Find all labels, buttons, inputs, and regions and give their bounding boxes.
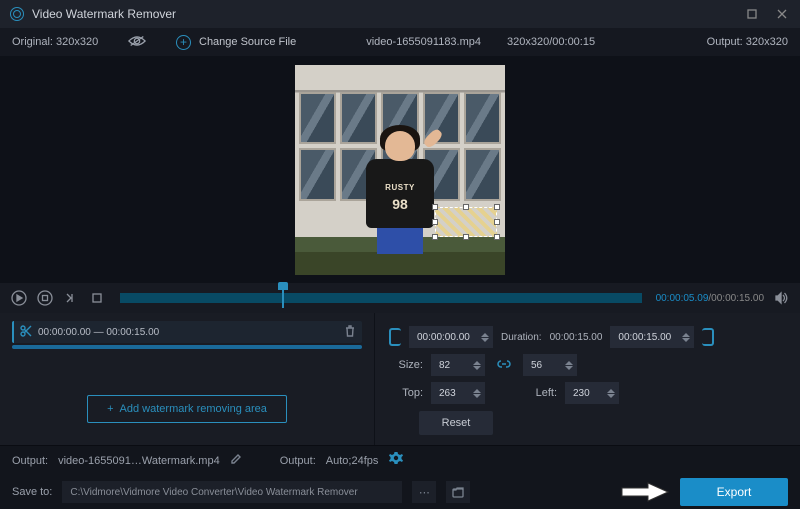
video-frame: RUSTY 98 <box>295 65 505 275</box>
size-height-input[interactable]: 56 <box>523 354 577 376</box>
minimize-button[interactable] <box>744 6 760 22</box>
app-title: Video Watermark Remover <box>32 7 744 21</box>
visibility-toggle-icon[interactable] <box>128 34 146 51</box>
duration-label: Duration: <box>501 332 542 343</box>
open-folder-button[interactable] <box>446 481 470 503</box>
scissor-icon <box>20 325 32 340</box>
output-bar: Output: video-1655091…Watermark.mp4 Outp… <box>0 445 800 475</box>
output-dims-label: Output: 320x320 <box>707 36 788 48</box>
params-panel: 00:00:00.00 Duration:00:00:15.00 00:00:1… <box>375 313 800 445</box>
output-settings-value: Auto;24fps <box>326 455 379 467</box>
playhead[interactable] <box>282 288 284 308</box>
top-input[interactable]: 263 <box>431 382 485 404</box>
start-time-input[interactable]: 00:00:00.00 <box>409 326 493 348</box>
output-settings-label: Output: <box>280 455 316 467</box>
timecode: 00:00:05.09/00:00:15.00 <box>656 293 764 304</box>
end-time-input[interactable]: 00:00:15.00 <box>610 326 694 348</box>
left-label: Left: <box>523 387 557 399</box>
close-button[interactable] <box>774 6 790 22</box>
app-logo-icon <box>10 7 24 21</box>
lower-panels: 00:00:00.00 — 00:00:15.00 +Add watermark… <box>0 313 800 445</box>
top-label: Top: <box>389 387 423 399</box>
save-bar: Save to: C:\Vidmore\Vidmore Video Conver… <box>0 475 800 509</box>
segment-row[interactable]: 00:00:00.00 — 00:00:15.00 <box>12 321 362 343</box>
left-input[interactable]: 230 <box>565 382 619 404</box>
size-label: Size: <box>389 359 423 371</box>
set-in-bracket-button[interactable] <box>389 328 401 346</box>
original-label: Original: 320x320 <box>12 36 122 48</box>
timeline-bar: 00:00:05.09/00:00:15.00 <box>0 283 800 313</box>
plus-circle-icon: + <box>176 35 191 50</box>
segment-range: 00:00:00.00 — 00:00:15.00 <box>38 327 159 338</box>
change-source-button[interactable]: + Change Source File <box>176 35 296 50</box>
delete-segment-icon[interactable] <box>344 325 356 340</box>
segments-panel: 00:00:00.00 — 00:00:15.00 +Add watermark… <box>0 313 375 445</box>
export-button[interactable]: Export <box>680 478 788 506</box>
output-settings-gear-icon[interactable] <box>388 451 404 470</box>
size-width-input[interactable]: 82 <box>431 354 485 376</box>
set-out-bracket-button[interactable] <box>702 328 714 346</box>
video-preview[interactable]: RUSTY 98 <box>0 56 800 283</box>
browse-path-button[interactable]: ⋯ <box>412 481 436 503</box>
play-button[interactable] <box>10 289 28 307</box>
watermark-selection-box[interactable] <box>435 207 497 237</box>
stop-button[interactable] <box>36 289 54 307</box>
add-watermark-area-button[interactable]: +Add watermark removing area <box>87 395 287 423</box>
save-path-input[interactable]: C:\Vidmore\Vidmore Video Converter\Video… <box>62 481 402 503</box>
saveto-label: Save to: <box>12 486 52 498</box>
volume-button[interactable] <box>772 289 790 307</box>
source-dims-time: 320x320/00:00:15 <box>507 36 595 48</box>
output-file-name: video-1655091…Watermark.mp4 <box>58 455 220 467</box>
source-filename: video-1655091183.mp4 <box>366 36 481 48</box>
link-aspect-icon[interactable] <box>493 357 515 374</box>
titlebar: Video Watermark Remover <box>0 0 800 28</box>
segment-slider[interactable] <box>12 345 362 349</box>
reset-button[interactable]: Reset <box>419 411 493 435</box>
step-forward-button[interactable] <box>62 289 80 307</box>
annotation-arrow-icon <box>618 481 670 503</box>
info-bar: Original: 320x320 + Change Source File v… <box>0 28 800 56</box>
step-bracket-button[interactable] <box>88 289 106 307</box>
timeline-track[interactable] <box>120 293 642 303</box>
rename-output-icon[interactable] <box>230 453 242 468</box>
output-file-label: Output: <box>12 455 48 467</box>
